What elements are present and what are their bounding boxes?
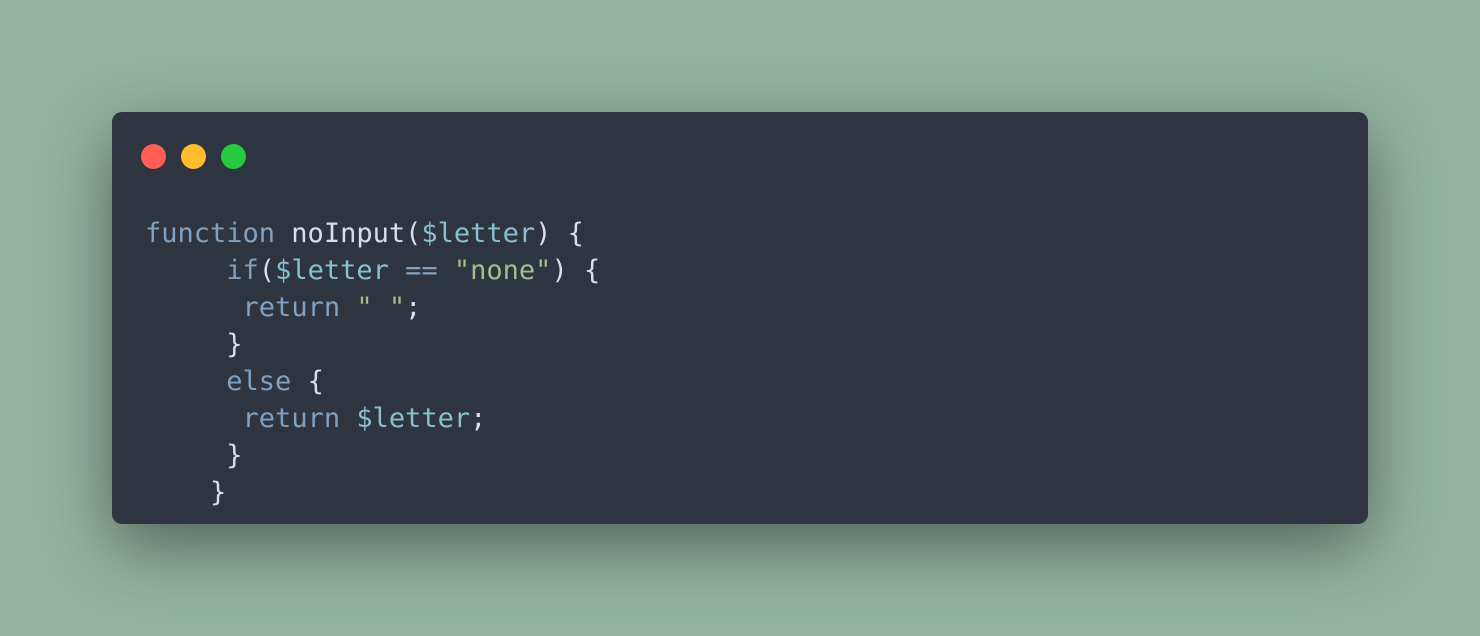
- code-token-string: "none": [453, 255, 552, 286]
- code-token-plain: ) {: [535, 218, 584, 249]
- code-token-plain: noInput(: [275, 218, 422, 249]
- code-token-string: " ": [356, 292, 406, 323]
- code-line: }: [145, 474, 600, 511]
- code-token-keyword: ==: [405, 255, 438, 286]
- code-token-keyword: function: [145, 218, 276, 249]
- code-token-variable: $letter: [421, 218, 536, 249]
- code-token-keyword: else: [226, 366, 292, 397]
- code-line: if($letter == "none") {: [145, 252, 600, 289]
- minimize-dot-icon[interactable]: [181, 144, 206, 169]
- maximize-dot-icon[interactable]: [221, 144, 246, 169]
- code-token-plain: }: [226, 329, 243, 360]
- code-window: function noInput($letter) { if($letter =…: [112, 112, 1368, 524]
- code-block: function noInput($letter) { if($letter =…: [145, 215, 600, 511]
- code-line: return $letter;: [145, 400, 600, 437]
- code-token-plain: ;: [405, 292, 422, 323]
- code-token-plain: (: [258, 255, 276, 286]
- code-token-plain: }: [226, 440, 243, 471]
- code-line: }: [145, 326, 600, 363]
- code-token-variable: $letter: [275, 255, 389, 286]
- close-dot-icon[interactable]: [141, 144, 166, 169]
- code-token-plain: ;: [470, 403, 487, 434]
- code-token-keyword: return: [242, 403, 341, 434]
- code-token-variable: $letter: [356, 403, 471, 434]
- code-line: else {: [145, 363, 600, 400]
- code-line: function noInput($letter) {: [145, 215, 600, 252]
- code-token-plain: {: [291, 366, 324, 397]
- code-line: return " ";: [145, 289, 600, 326]
- code-token-plain: }: [210, 477, 227, 508]
- code-token-keyword: if: [226, 255, 259, 286]
- code-token-keyword: return: [242, 292, 341, 323]
- code-token-plain: ) {: [551, 255, 601, 286]
- code-line: }: [145, 437, 600, 474]
